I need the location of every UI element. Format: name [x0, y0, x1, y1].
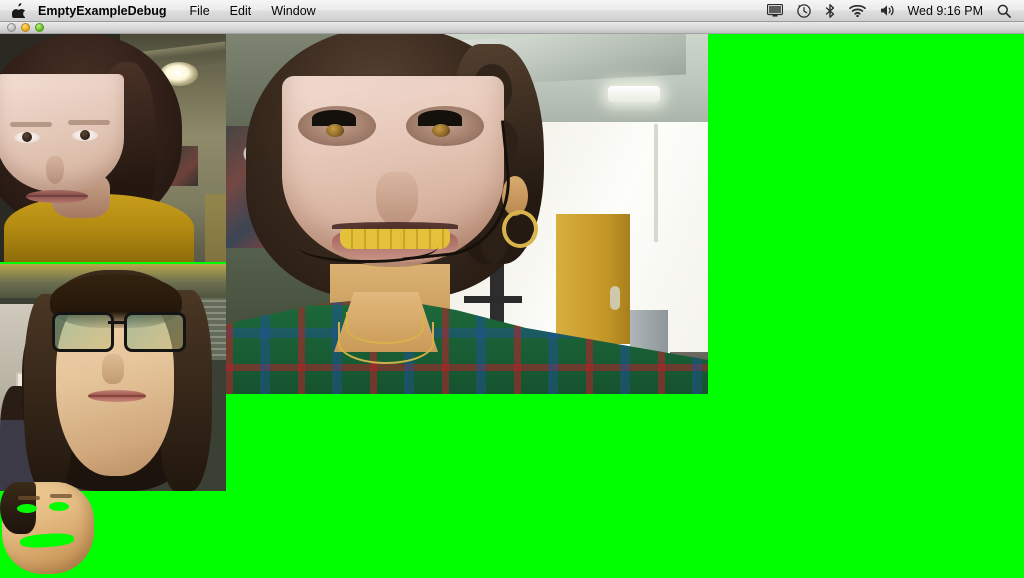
- preview-a-label: Source camera preview — face A: [0, 34, 1, 35]
- preview-b-nose: [102, 354, 124, 384]
- apple-menu-button[interactable]: [0, 0, 36, 22]
- preview-b-lip-line: [88, 395, 146, 397]
- wall-seam: [654, 124, 658, 242]
- preview-a-left-brow: [10, 122, 52, 127]
- close-button[interactable]: [7, 23, 16, 32]
- preview-a-nose: [46, 156, 64, 184]
- mask-right-eye-hole: [49, 502, 69, 511]
- search-icon[interactable]: [990, 0, 1018, 21]
- preview-b-right-lens: [124, 312, 186, 352]
- camera-preview-a[interactable]: Source camera preview — face A: [0, 34, 226, 262]
- apple-logo-icon: [11, 3, 26, 22]
- hoop-earring: [502, 210, 538, 248]
- app-canvas[interactable]: Face swap composite output: [0, 34, 1024, 578]
- ceiling-light: [608, 86, 660, 102]
- horizontal-bar: [464, 296, 522, 303]
- preview-a-lip-line: [26, 195, 88, 197]
- menu-item-edit[interactable]: Edit: [220, 0, 262, 21]
- left-iris: [326, 124, 344, 137]
- face-mask-label: Extracted face mask: [0, 482, 1, 483]
- volume-icon[interactable]: [873, 0, 903, 21]
- preview-b-left-lens: [52, 312, 114, 352]
- display-icon[interactable]: [760, 0, 790, 21]
- gold-chain: [338, 322, 434, 364]
- menu-bar-clock[interactable]: Wed 9:16 PM: [903, 0, 990, 21]
- preview-b-glasses-bridge: [108, 321, 124, 324]
- preview-a-right-brow: [68, 120, 110, 125]
- face-mask-cutout[interactable]: Extracted face mask: [0, 482, 100, 578]
- preview-a-face-overlay: [0, 74, 124, 203]
- mask-left-eye-hole: [17, 504, 37, 513]
- preview-a-left-pupil: [22, 132, 32, 142]
- zoom-button[interactable]: [35, 23, 44, 32]
- preview-a-right-pupil: [80, 130, 90, 140]
- menu-bar: EmptyExampleDebug File Edit Window Wed 9…: [0, 0, 1024, 22]
- window-titlebar[interactable]: EmptyExampleDebug: [0, 22, 1024, 34]
- mask-right-brow: [50, 494, 72, 498]
- bluetooth-icon[interactable]: [818, 0, 842, 21]
- mask-left-brow: [18, 496, 40, 500]
- camera-preview-b[interactable]: Source camera preview — face B: [0, 264, 226, 491]
- screen: EmptyExampleDebug File Edit Window Wed 9…: [0, 0, 1024, 578]
- preview-a-door: [205, 194, 226, 262]
- minimize-button[interactable]: [21, 23, 30, 32]
- menu-item-file[interactable]: File: [180, 0, 220, 21]
- menu-bar-status-area: Wed 9:16 PM: [760, 0, 1024, 21]
- main-composite-view[interactable]: Face swap composite output: [226, 34, 708, 394]
- app-window: EmptyExampleDebug: [0, 22, 1024, 578]
- yellow-door: [556, 214, 630, 344]
- menu-item-window[interactable]: Window: [261, 0, 325, 21]
- time-machine-icon[interactable]: [790, 0, 818, 21]
- window-traffic-lights: [0, 23, 44, 32]
- overlay-chin-seam: [298, 230, 438, 263]
- wifi-icon[interactable]: [842, 0, 873, 21]
- menu-app-title[interactable]: EmptyExampleDebug: [36, 0, 180, 21]
- door-handle: [610, 286, 620, 310]
- menu-bar-left: EmptyExampleDebug File Edit Window: [0, 0, 326, 22]
- eyeglasses-icon: [52, 312, 186, 352]
